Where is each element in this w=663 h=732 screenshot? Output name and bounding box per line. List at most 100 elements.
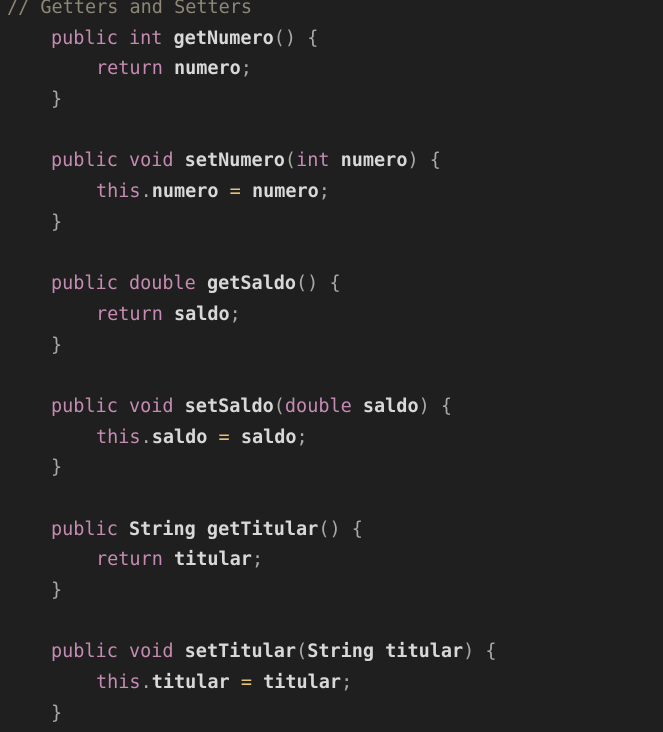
code-line: this.saldo = saldo; (7, 423, 497, 454)
code-token-punc: } (51, 580, 63, 602)
code-token-kw: int (296, 150, 330, 172)
code-token-punc: } (51, 457, 63, 479)
code-line: } (7, 331, 497, 362)
code-token-ident: setTitular (184, 641, 297, 663)
code-token-punc: ) { (407, 150, 441, 172)
code-token-punc: () { (296, 273, 341, 295)
code-token-op: = (240, 672, 252, 694)
code-token-ident: numero (151, 181, 219, 203)
code-token-kw: this (96, 181, 141, 203)
code-token-punc: ( (284, 150, 297, 172)
code-line: } (7, 208, 497, 239)
code-token-kw: public void (51, 641, 174, 663)
code-token-ident: getNumero (173, 27, 274, 49)
code-token-kw: public double (51, 273, 196, 295)
code-line: this.numero = numero; (7, 177, 497, 208)
code-line: } (7, 85, 497, 116)
code-token-ident: getSaldo (206, 273, 297, 295)
code-token-kw: public (51, 518, 118, 540)
code-line: public double getSaldo() { (7, 269, 497, 300)
code-token-punc: } (51, 334, 63, 356)
code-token-kw: this (96, 672, 141, 694)
code-token-punc: } (51, 89, 63, 111)
code-line: } (7, 576, 497, 607)
code-line: public void setSaldo(double saldo) { (7, 392, 497, 423)
code-token-ident: saldo (151, 426, 208, 448)
code-token-punc: . (140, 672, 152, 694)
code-line: return numero; (7, 54, 497, 85)
code-editor[interactable]: // Getters and Setters public int getNume… (0, 0, 663, 732)
code-token-kw: double (284, 395, 352, 417)
code-token-ident: numero (340, 150, 408, 172)
code-token-ident: saldo (240, 426, 297, 448)
code-line: return saldo; (7, 300, 497, 331)
code-token-punc: () { (318, 518, 363, 540)
code-token-punc: } (51, 211, 63, 233)
code-token-ident: String titular (307, 641, 464, 663)
code-token-punc: () { (273, 27, 319, 49)
code-token-ident: setSaldo (184, 395, 274, 417)
code-token-punc: ; (296, 426, 308, 448)
code-line: } (7, 453, 497, 484)
code-block[interactable]: // Getters and Setters public int getNume… (7, 0, 497, 730)
code-token-op: = (229, 181, 241, 203)
code-token-punc: ; (240, 58, 252, 80)
code-token-ident: setNumero (184, 150, 285, 172)
code-token-ident: titular (263, 672, 342, 694)
code-token-ident: String getTitular (128, 518, 319, 540)
code-token-punc: ; (229, 303, 241, 325)
code-token-punc: ; (318, 181, 330, 203)
code-token-ident: numero (173, 58, 241, 80)
code-line: public void setNumero(int numero) { (7, 146, 497, 177)
code-token-ident: numero (251, 181, 319, 203)
code-token-kw: return (96, 58, 163, 80)
code-token-ident: saldo (173, 303, 230, 325)
code-token-ident: titular (151, 672, 230, 694)
code-token-kw: public int (51, 27, 163, 49)
code-token-ident: titular (173, 549, 252, 571)
code-line: // Getters and Setters (7, 0, 497, 24)
code-line: this.titular = titular; (7, 668, 497, 699)
code-token-punc: ; (341, 672, 353, 694)
code-line: return titular; (7, 545, 497, 576)
code-token-punc: ) { (463, 641, 497, 663)
code-token-kw: return (96, 303, 163, 325)
code-line: public String getTitular() { (7, 515, 497, 546)
code-token-ident: saldo (362, 395, 419, 417)
code-token-op: = (218, 426, 230, 448)
code-token-punc: . (140, 181, 152, 203)
code-token-kw: this (96, 426, 141, 448)
code-token-kw: public void (51, 150, 174, 172)
code-token-punc: ; (251, 549, 264, 571)
code-token-punc: ( (296, 641, 308, 663)
code-token-punc: } (51, 702, 63, 724)
code-token-comment: // Getters and Setters (7, 0, 253, 18)
code-token-punc: ) { (418, 395, 453, 417)
code-token-kw: public void (51, 395, 174, 417)
code-line: public void setTitular(String titular) { (7, 637, 497, 668)
code-line: public int getNumero() { (7, 24, 497, 55)
code-token-punc: ( (273, 395, 285, 417)
code-line: } (7, 699, 497, 730)
